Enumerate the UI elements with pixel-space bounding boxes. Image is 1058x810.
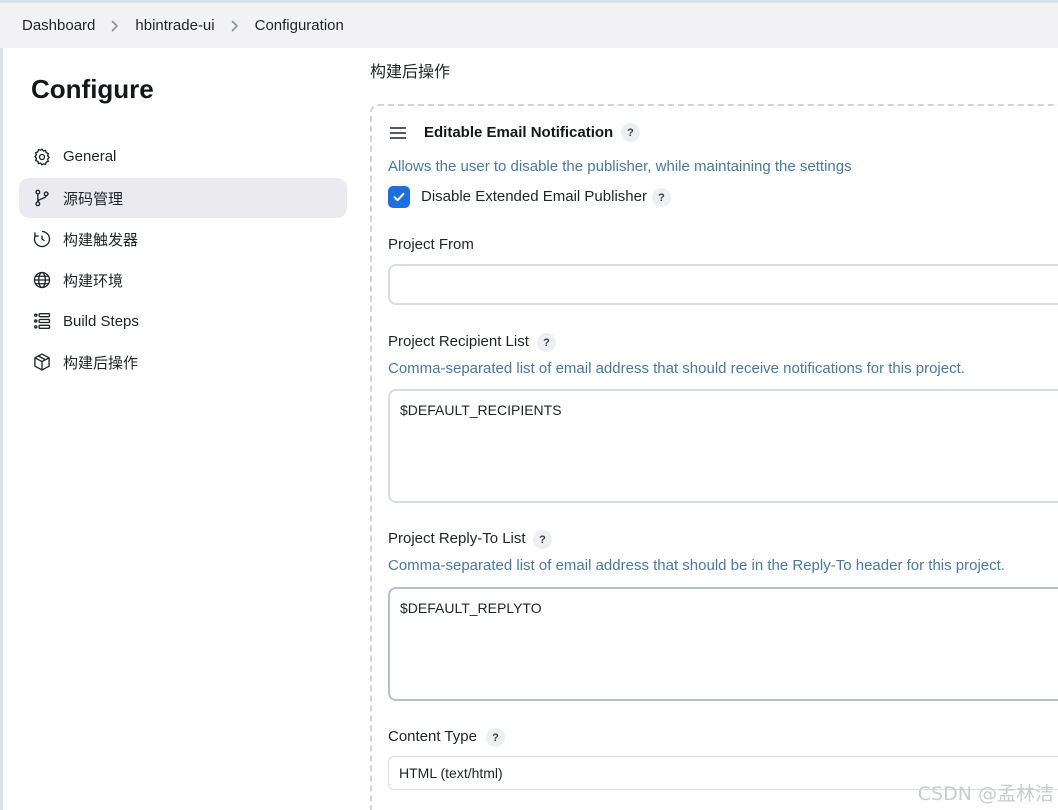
sidebar-item-label: 构建后操作 [63,354,139,372]
sidebar-item-environment[interactable]: 构建环境 [19,260,347,300]
content-type-label: Content Type [388,728,477,745]
sidebar-item-general[interactable]: General [19,136,347,177]
content-type-value: HTML (text/html) [399,765,503,781]
breadcrumb-project[interactable]: hbintrade-ui [135,17,214,34]
sidebar-item-label: General [63,148,117,165]
breadcrumb-configuration[interactable]: Configuration [255,17,344,34]
reply-to-textarea[interactable]: $DEFAULT_REPLYTO [388,587,1058,701]
project-from-input[interactable] [388,264,1058,305]
section-heading: 构建后操作 [370,64,451,81]
section-description: Allows the user to disable the publisher… [388,158,852,175]
globe-icon [31,269,53,291]
sidebar-item-label: 构建环境 [63,272,124,290]
check-icon [393,192,405,202]
package-icon [31,351,53,373]
sidebar-item-label: 源码管理 [63,190,124,208]
sidebar-item-post-build[interactable]: 构建后操作 [19,342,347,382]
breadcrumb-dashboard[interactable]: Dashboard [22,17,95,34]
project-from-label: Project From [388,236,474,253]
help-icon[interactable]: ? [621,123,640,142]
chevron-right-icon [111,20,119,32]
email-notification-section: Editable Email Notification ? Allows the… [370,104,1058,810]
section-title: Editable Email Notification [424,124,614,141]
disable-publisher-label: Disable Extended Email Publisher [421,188,647,205]
sidebar-item-scm[interactable]: 源码管理 [19,178,347,218]
help-icon[interactable]: ? [652,188,671,207]
recipient-list-description: Comma-separated list of email address th… [388,360,965,377]
gear-icon [31,146,53,168]
drag-handle-icon[interactable] [390,126,406,139]
branch-icon [31,187,53,209]
reply-to-description: Comma-separated list of email address th… [388,557,1005,574]
sidebar-item-label: 构建触发器 [63,231,139,249]
page-title: Configure [31,74,154,104]
list-icon [31,310,53,332]
help-icon[interactable]: ? [486,728,505,747]
sidebar-item-triggers[interactable]: 构建触发器 [19,219,347,259]
recipient-list-textarea[interactable]: $DEFAULT_RECIPIENTS [388,389,1058,503]
sidebar-item-label: Build Steps [63,312,139,330]
clock-icon [31,228,53,250]
watermark: CSDN @孟林洁 [917,783,1054,805]
sidebar-item-build-steps[interactable]: Build Steps [19,301,347,341]
reply-to-label: Project Reply-To List [388,530,526,547]
recipient-list-label: Project Recipient List [388,333,529,350]
breadcrumb: Dashboard hbintrade-ui Configuration [0,0,1058,48]
sidebar-nav: General 源码管理 构建触发器 构建环境 Build Steps 构建后操… [19,136,347,383]
sidebar: Configure General 源码管理 构建触发器 构建环境 Build … [0,48,360,810]
disable-publisher-checkbox[interactable] [388,186,410,208]
help-icon[interactable]: ? [537,333,556,352]
chevron-right-icon [231,20,239,32]
help-icon[interactable]: ? [533,530,552,549]
